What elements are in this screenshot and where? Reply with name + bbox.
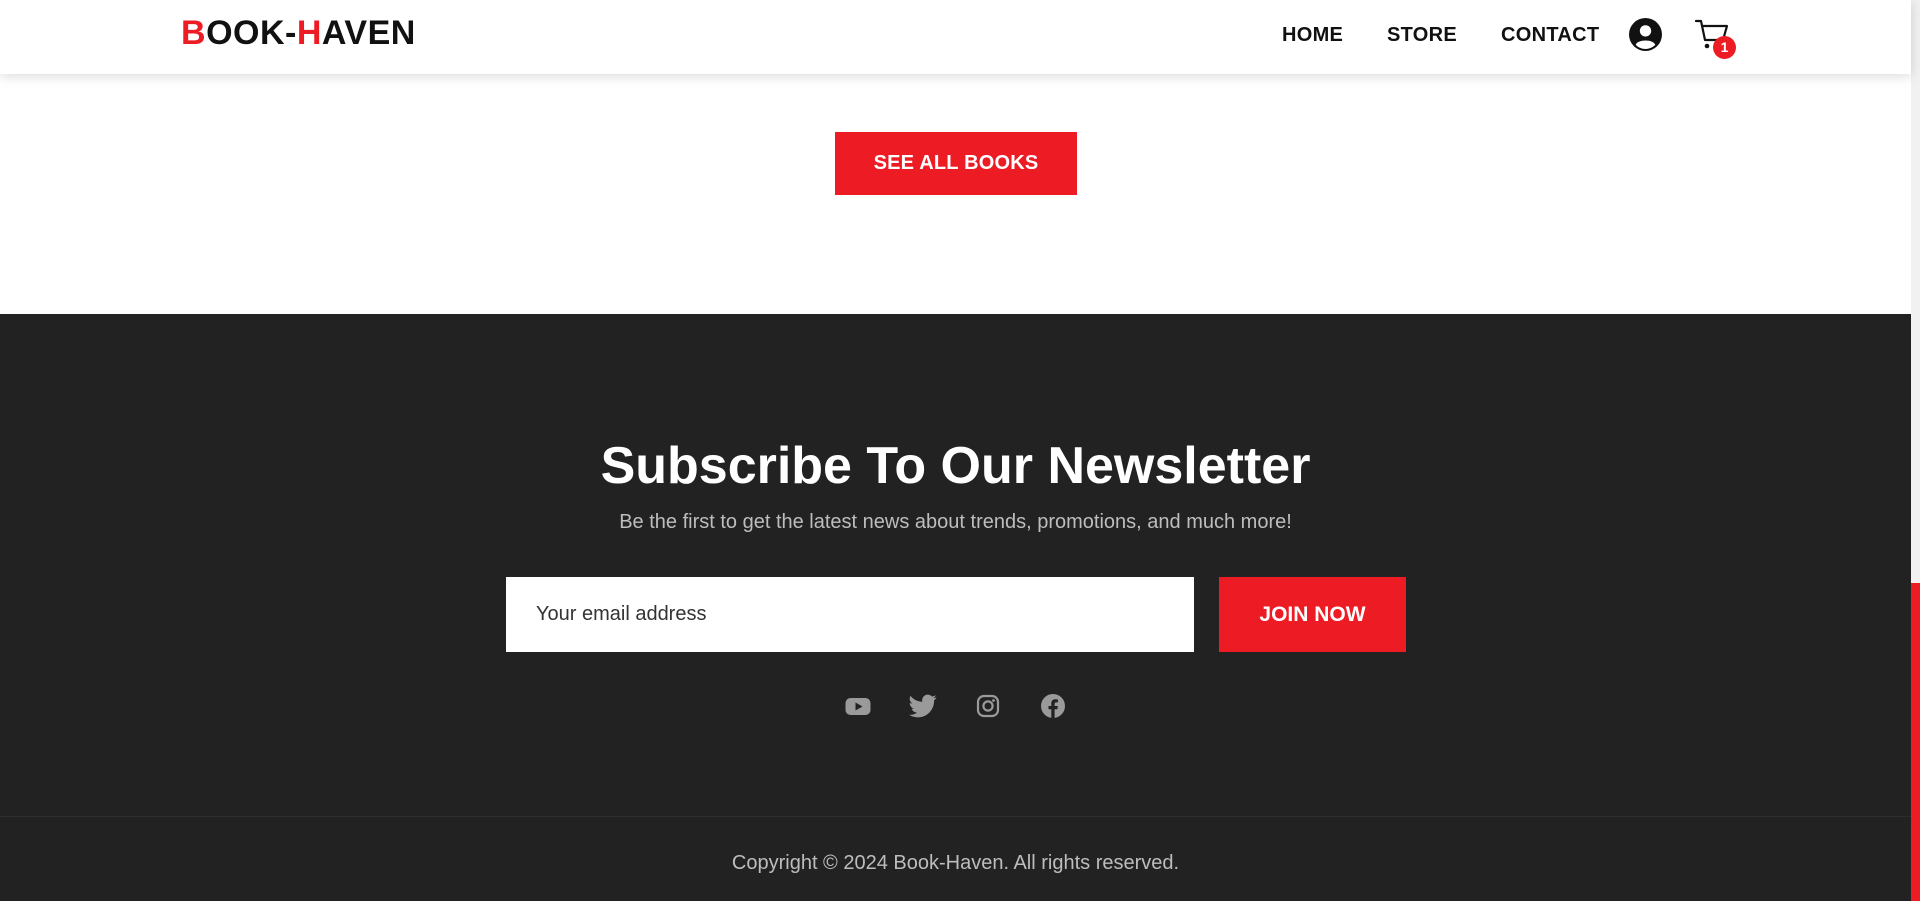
site-header: BOOK-HAVEN HOME STORE CONTACT 1 xyxy=(0,0,1911,74)
brand-logo[interactable]: BOOK-HAVEN xyxy=(181,14,416,53)
newsletter-footer: Subscribe To Our Newsletter Be the first… xyxy=(0,314,1911,901)
newsletter-title: Subscribe To Our Newsletter xyxy=(600,437,1311,495)
email-input[interactable] xyxy=(506,577,1194,652)
logo-letter-h: H xyxy=(296,14,322,52)
logo-text-part2: AVEN xyxy=(321,14,416,52)
newsletter-subtitle: Be the first to get the latest news abou… xyxy=(619,511,1292,533)
twitter-icon[interactable] xyxy=(909,692,937,720)
footer-divider xyxy=(0,816,1911,817)
logo-text-part1: OOK- xyxy=(206,14,297,52)
copyright-text: Copyright © 2024 Book-Haven. All rights … xyxy=(731,852,1180,874)
nav-store-link[interactable]: STORE xyxy=(1387,24,1457,47)
nav-home-link[interactable]: HOME xyxy=(1282,24,1343,47)
scrollbar-thumb[interactable] xyxy=(1911,583,1920,901)
logo-letter-b: B xyxy=(181,14,207,52)
facebook-icon[interactable] xyxy=(1039,692,1067,720)
nav-contact-link[interactable]: CONTACT xyxy=(1501,24,1599,47)
instagram-icon[interactable] xyxy=(974,692,1002,720)
see-all-books-button[interactable]: SEE ALL BOOKS xyxy=(835,132,1077,195)
account-icon[interactable] xyxy=(1629,18,1662,51)
cart-count-badge: 1 xyxy=(1713,36,1736,59)
youtube-icon[interactable] xyxy=(844,692,872,720)
join-now-button[interactable]: JOIN NOW xyxy=(1219,577,1406,652)
page: BOOK-HAVEN HOME STORE CONTACT 1 SEE ALL … xyxy=(0,0,1920,901)
